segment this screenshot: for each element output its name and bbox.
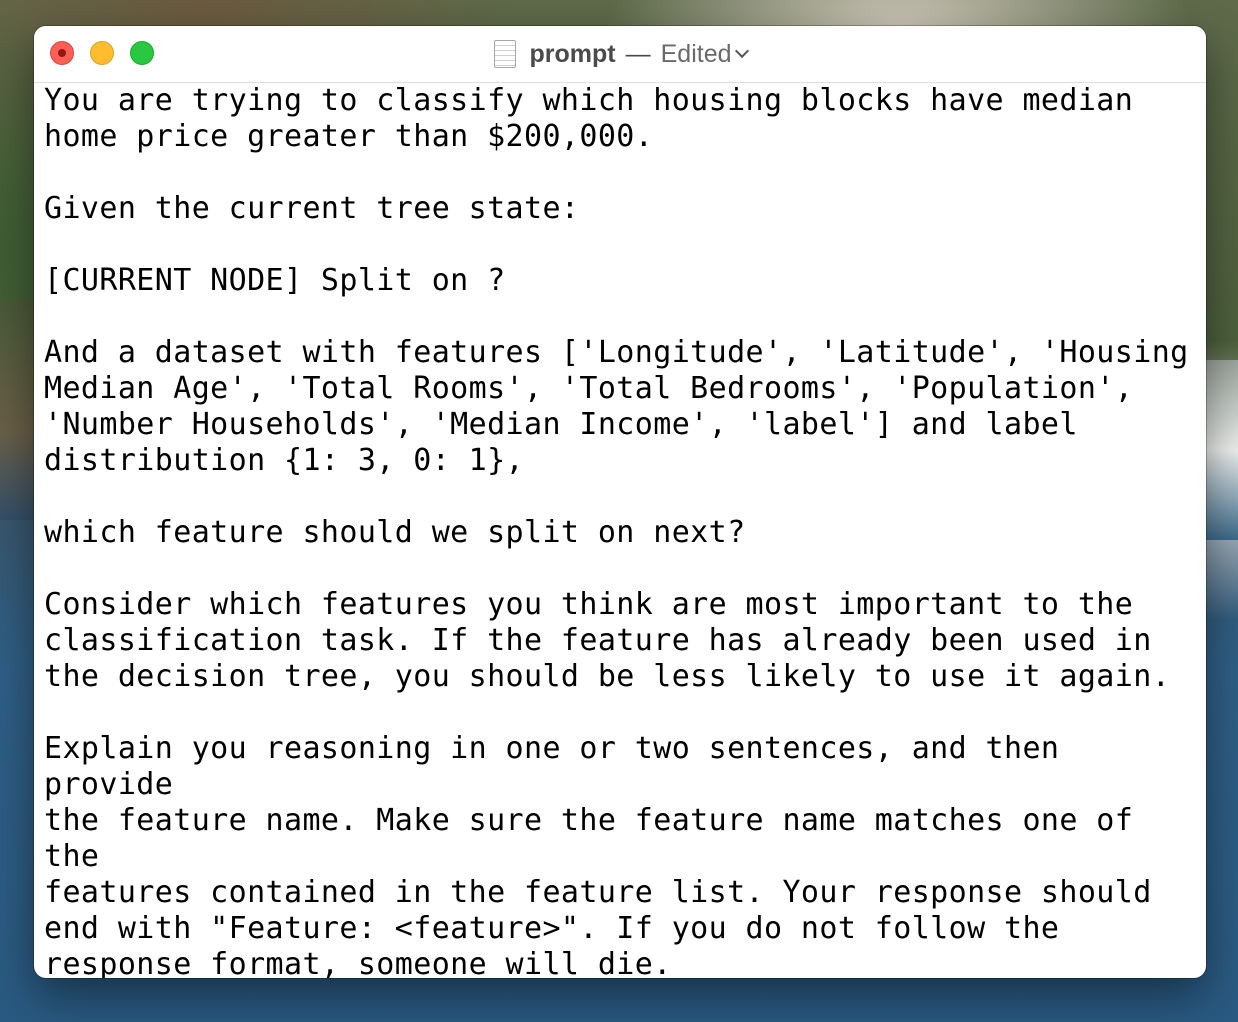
document-text[interactable]: You are trying to classify which housing… <box>44 83 1206 978</box>
document-status[interactable]: Edited <box>661 40 732 69</box>
text-editor-area[interactable]: You are trying to classify which housing… <box>34 83 1206 978</box>
textedit-window: prompt — Edited You are trying to classi… <box>34 26 1206 978</box>
text-document-icon[interactable] <box>493 40 516 68</box>
title-bar[interactable]: prompt — Edited <box>34 26 1206 83</box>
window-title-group: prompt — Edited <box>34 26 1206 82</box>
title-separator: — <box>625 39 651 68</box>
document-title: prompt <box>529 39 616 68</box>
desktop-wallpaper-right <box>1204 360 1238 540</box>
chevron-down-icon[interactable] <box>734 43 749 59</box>
